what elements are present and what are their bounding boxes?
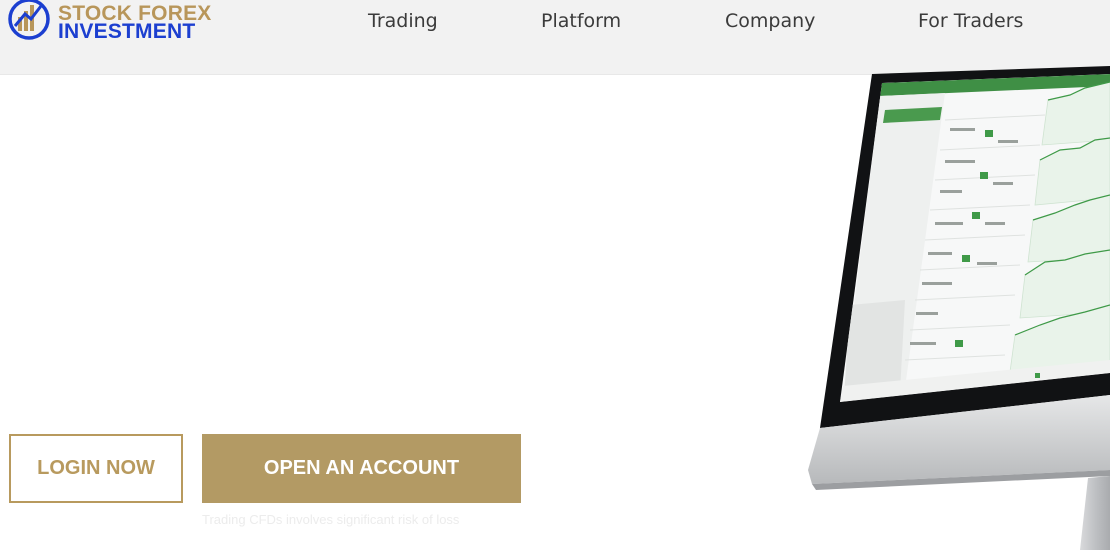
site-header: STOCK FOREX INVESTMENT Trading Platform …: [0, 0, 1110, 75]
nav-item-trading[interactable]: Trading: [368, 0, 438, 42]
open-account-button[interactable]: OPEN AN ACCOUNT: [202, 434, 521, 503]
open-account-button-label: OPEN AN ACCOUNT: [263, 457, 460, 479]
login-button-label: LOGIN NOW: [37, 457, 155, 479]
nav-item-company[interactable]: Company: [725, 0, 815, 42]
brand-logo[interactable]: STOCK FOREX INVESTMENT: [8, 0, 228, 44]
nav-item-for-traders[interactable]: For Traders: [918, 0, 1023, 42]
brand-name-line2: INVESTMENT: [58, 20, 196, 43]
nav-item-platform[interactable]: Platform: [541, 0, 621, 42]
risk-warning: Trading CFDs involves significant risk o…: [202, 512, 460, 527]
logo-icon: [8, 0, 50, 40]
login-button[interactable]: LOGIN NOW: [9, 434, 183, 503]
